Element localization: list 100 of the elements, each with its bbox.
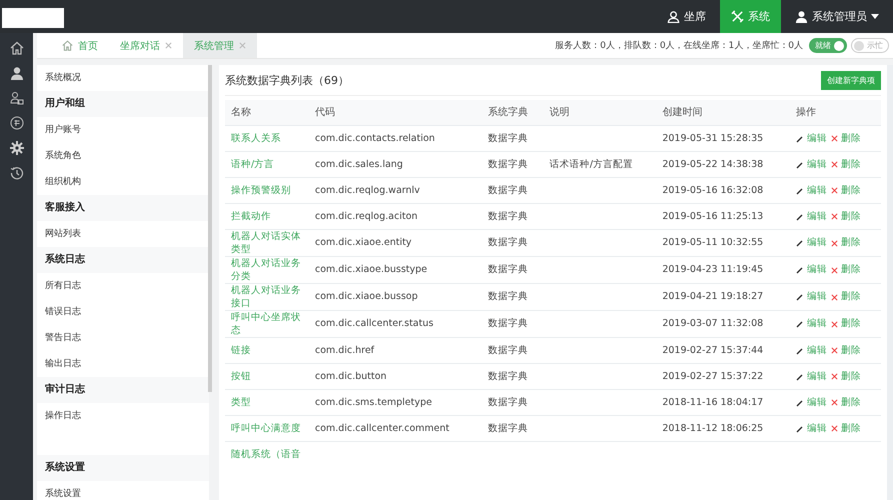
menu-item[interactable]: 系统设置 (37, 481, 209, 500)
edit-link[interactable]: 编辑 (796, 396, 827, 408)
table-cell-text: 数据字典 (488, 396, 530, 408)
close-icon (830, 347, 838, 354)
edit-link[interactable]: 编辑 (796, 132, 827, 144)
delete-link[interactable]: 删除 (830, 132, 861, 144)
table-cell[interactable]: 机器人对话业务接口 (231, 284, 303, 310)
history-icon[interactable] (10, 166, 24, 180)
close-icon (830, 240, 838, 246)
pencil-icon (796, 346, 804, 354)
table-cell[interactable]: 链接 (231, 344, 303, 357)
edit-link[interactable]: 编辑 (796, 318, 827, 330)
home-icon[interactable] (10, 41, 24, 55)
table-cell[interactable]: 联系人关系 (231, 132, 303, 145)
table-cell[interactable]: 机器人对话业务分类 (231, 257, 303, 283)
status-toggle[interactable]: 示忙 (851, 38, 889, 53)
menu-item[interactable]: 所有日志 (37, 273, 209, 299)
create-button[interactable]: 创建新字典项 (821, 70, 881, 90)
badge-circle-icon[interactable] (10, 116, 24, 130)
menu-item[interactable]: 用户账号 (37, 117, 209, 143)
pencil-icon (796, 160, 804, 168)
edit-link[interactable]: 编辑 (796, 237, 827, 249)
delete-link[interactable]: 删除 (830, 396, 861, 408)
nav-item[interactable]: 系统 (720, 0, 781, 33)
table-cell-text: com.dic.reqlog.aciton (315, 210, 419, 222)
menu-item[interactable]: 警告日志 (37, 325, 209, 351)
menu-item[interactable]: 输出日志 (37, 351, 209, 377)
close-icon (830, 213, 838, 220)
scrollbar[interactable] (208, 65, 212, 392)
delete-link[interactable]: 删除 (830, 344, 861, 356)
table-cell-text: com.dic.callcenter.comment (315, 422, 450, 434)
pencil-icon (796, 398, 804, 406)
menu-item[interactable]: 系统角色 (37, 143, 209, 169)
table-cell-text: 2019-04-21 19:18:27 (662, 291, 764, 303)
column-header: 创建时间 (656, 100, 790, 126)
table-cell-text: 2019-04-23 11:19:45 (662, 264, 764, 276)
table-cell-text: com.dic.reqlog.warnlv (315, 184, 421, 196)
nav-item[interactable]: 坐席 (653, 0, 720, 33)
column-header: 操作 (790, 100, 881, 126)
table-cell[interactable]: 机器人对话实体类型 (231, 230, 303, 256)
menu-item[interactable]: 组织机构 (37, 169, 209, 195)
edit-link[interactable]: 编辑 (796, 264, 827, 276)
user-icon[interactable] (10, 66, 24, 80)
table-cell-text: com.dic.callcenter.status (315, 318, 434, 330)
menu-item[interactable]: 错误日志 (37, 299, 209, 325)
nav-item[interactable]: 系统管理员 (781, 0, 893, 33)
table-cell-text: com.dic.contacts.relation (315, 132, 436, 144)
table-cell[interactable]: 呼叫中心坐席状态 (231, 311, 303, 337)
close-icon (830, 425, 838, 432)
tab[interactable]: 系统管理 (183, 33, 257, 58)
table-cell-text: 数据字典 (488, 370, 530, 382)
edit-link[interactable]: 编辑 (796, 291, 827, 303)
column-header: 名称 (225, 100, 309, 126)
menu-item[interactable]: 网站列表 (37, 221, 209, 247)
table-cell[interactable]: 按钮 (231, 370, 303, 383)
edit-link[interactable]: 编辑 (796, 344, 827, 356)
delete-link[interactable]: 删除 (830, 158, 861, 170)
close-icon (830, 320, 838, 328)
edit-link[interactable]: 编辑 (796, 184, 827, 196)
status-toggle[interactable]: 就绪 (809, 38, 847, 53)
delete-link[interactable]: 删除 (830, 237, 861, 249)
pencil-icon (796, 320, 804, 328)
group-icon[interactable] (10, 91, 24, 105)
table-cell[interactable]: 语种/方言 (231, 158, 303, 171)
table-cell-text: com.dic.button (315, 370, 388, 382)
delete-link[interactable]: 删除 (830, 318, 861, 330)
person-icon (667, 10, 680, 23)
table-cell-text: 2019-05-31 15:28:35 (662, 132, 764, 144)
delete-link[interactable]: 删除 (830, 184, 861, 196)
table-cell[interactable]: 操作预警级别 (231, 184, 303, 197)
table-cell-text: 数据字典 (488, 318, 530, 330)
table-cell[interactable]: 呼叫中心满意度 (231, 422, 303, 435)
table-cell-text: 话术语种/方言配置 (550, 158, 634, 170)
panel-title: 系统数据字典列表（69） (225, 72, 349, 88)
table-cell-text: 2018-11-12 18:06:25 (662, 422, 764, 434)
edit-link[interactable]: 编辑 (796, 210, 827, 222)
settings-icon[interactable] (10, 141, 24, 155)
menu-group-heading: 系统日志 (37, 247, 209, 273)
table-cell[interactable]: 拦截动作 (231, 210, 303, 223)
delete-link[interactable]: 删除 (830, 210, 861, 222)
column-header: 说明 (544, 100, 656, 126)
table-cell-text: com.dic.href (315, 344, 376, 356)
delete-link[interactable]: 删除 (830, 370, 861, 382)
tab[interactable]: 坐席对话 (109, 33, 183, 58)
menu-item[interactable]: 系统概况 (37, 65, 209, 91)
delete-link[interactable]: 删除 (830, 291, 861, 303)
tab[interactable]: 首页 (51, 33, 109, 58)
pencil-icon (796, 372, 804, 380)
menu-item[interactable]: 操作日志 (37, 403, 209, 429)
edit-link[interactable]: 编辑 (796, 370, 827, 382)
edit-link[interactable]: 编辑 (796, 422, 827, 434)
delete-link[interactable]: 删除 (830, 422, 861, 434)
column-header: 代码 (309, 100, 482, 126)
table-cell[interactable]: 类型 (231, 396, 303, 409)
edit-link[interactable]: 编辑 (796, 158, 827, 170)
table-cell-text: com.dic.xiaoe.busstype (315, 264, 428, 276)
table-cell[interactable]: 随机系统（语音 (231, 448, 303, 461)
table-cell-text: 数据字典 (488, 291, 530, 303)
delete-link[interactable]: 删除 (830, 264, 861, 276)
close-icon (830, 373, 838, 380)
